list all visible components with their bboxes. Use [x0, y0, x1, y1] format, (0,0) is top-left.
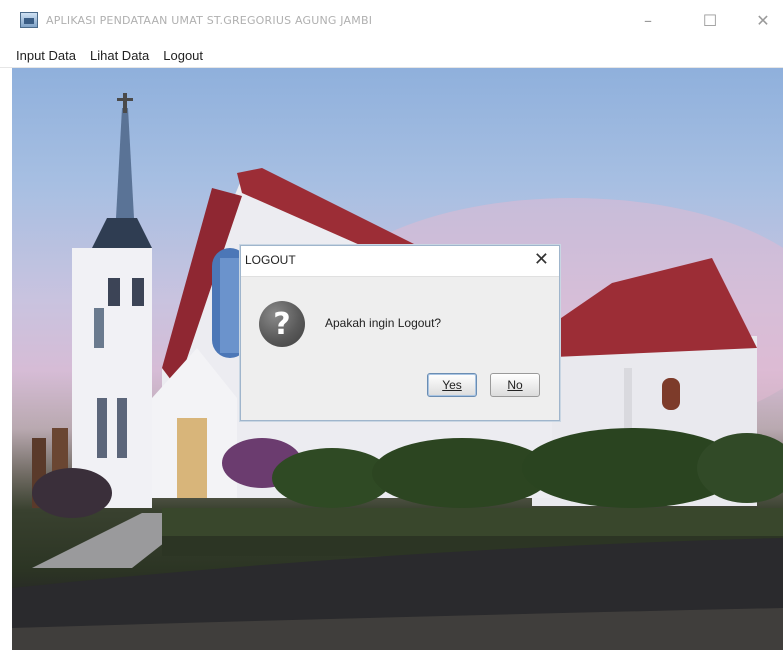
menu-input-data[interactable]: Input Data [14, 46, 78, 65]
menu-lihat-data[interactable]: Lihat Data [88, 46, 151, 65]
dialog-close-icon[interactable]: ✕ [534, 249, 549, 270]
maximize-button[interactable]: ☐ [690, 6, 730, 34]
yes-button[interactable]: Yes [427, 373, 477, 397]
minimize-button[interactable]: – [628, 6, 668, 34]
menu-bar: Input Data Lihat Data Logout [0, 44, 783, 68]
dialog-message: Apakah ingin Logout? [325, 316, 442, 330]
menu-logout[interactable]: Logout [161, 46, 205, 65]
window-title: APLIKASI PENDATAAN UMAT ST.GREGORIUS AGU… [46, 14, 373, 27]
title-bar: APLIKASI PENDATAAN UMAT ST.GREGORIUS AGU… [0, 0, 783, 44]
question-icon: ? [259, 301, 305, 347]
background-image: LOGOUT ✕ ? Apakah ingin Logout? Yes No [12, 68, 783, 650]
app-icon [20, 12, 38, 28]
no-button[interactable]: No [490, 373, 540, 397]
dialog-title: LOGOUT [245, 253, 296, 267]
dialog-header: LOGOUT ✕ [241, 246, 559, 277]
close-window-button[interactable]: ✕ [743, 6, 783, 34]
logout-dialog: LOGOUT ✕ ? Apakah ingin Logout? Yes No [240, 245, 560, 421]
